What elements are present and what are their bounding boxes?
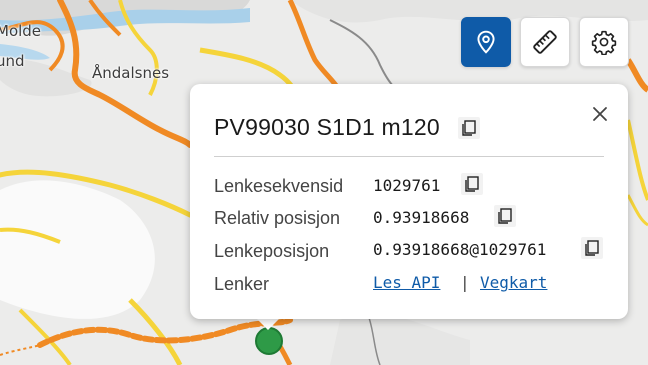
les-api-link[interactable]: Les API [373,273,440,292]
place-label-andalsnes: Åndalsnes [92,64,170,82]
close-icon [593,107,607,121]
close-button[interactable] [588,102,612,126]
measure-button[interactable] [520,17,570,67]
ruler-icon [533,30,557,54]
place-label-und: und [0,52,25,70]
lenkeposisjon-value: 0.93918668@1029761 [373,240,547,259]
links-separator: | [460,273,470,292]
location-pin-button[interactable] [461,17,511,67]
copy-icon [462,120,476,136]
lenkesekvensid-label: Lenkesekvensid [214,176,344,196]
lenkesekvensid-value: 1029761 [373,176,441,195]
settings-button[interactable] [579,17,629,67]
copy-lenkesekvensid-button[interactable] [461,173,483,195]
copy-title-button[interactable] [458,117,480,139]
popup-divider [214,156,604,157]
relativ-posisjon-value: 0.93918668 [373,208,470,227]
copy-relativ-posisjon-button[interactable] [494,205,516,227]
info-popup: PV99030 S1D1 m120 Lenkesekvensid 1029761… [190,84,628,319]
map-pin-icon [477,30,495,54]
copy-icon [465,176,479,192]
copy-icon [585,240,599,256]
popup-title: PV99030 S1D1 m120 [214,114,440,140]
copy-lenkeposisjon-button[interactable] [581,237,603,259]
lenker-label: Lenker [214,274,270,294]
copy-icon [498,208,512,224]
relativ-posisjon-label: Relativ posisjon [214,208,341,228]
vegkart-link[interactable]: Vegkart [480,273,547,292]
location-marker [255,327,283,355]
lenkeposisjon-label: Lenkeposisjon [214,241,330,261]
gear-icon [591,30,617,55]
place-label-molde: Molde [0,22,42,40]
